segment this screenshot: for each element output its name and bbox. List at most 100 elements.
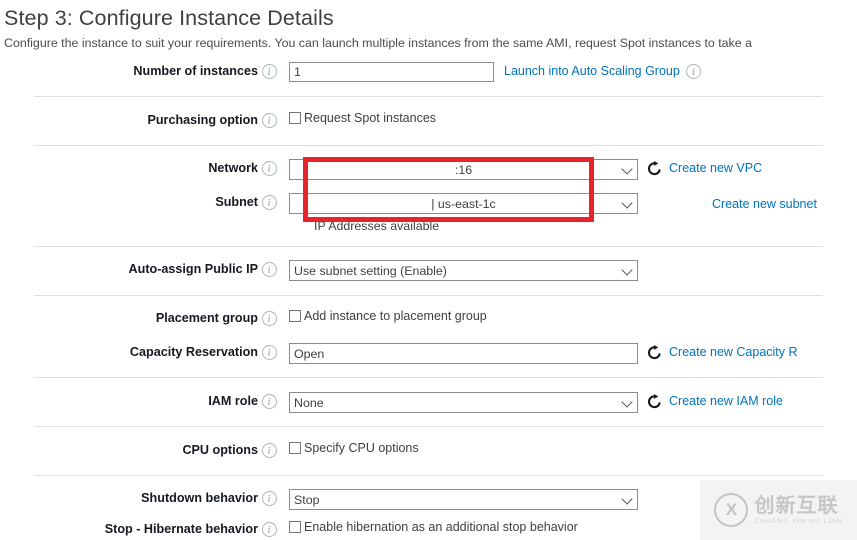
subnet-select[interactable]: | us-east-1c	[289, 193, 638, 214]
network-select[interactable]: :16	[289, 159, 638, 180]
label-purchasing-option: Purchasing option	[147, 113, 258, 127]
label-capacity-reservation: Capacity Reservation	[129, 345, 258, 359]
checkbox-box[interactable]	[289, 521, 301, 533]
capacity-reservation-value: Open	[294, 346, 325, 361]
create-new-subnet-link[interactable]: Create new subnet	[712, 195, 817, 214]
row-separator	[34, 295, 823, 296]
checkbox-box[interactable]	[289, 442, 301, 454]
info-cell-purchasing-option: i	[258, 111, 280, 128]
info-cell-number-of-instances: i	[258, 62, 280, 79]
info-icon[interactable]: i	[261, 394, 277, 409]
row-number-of-instances: Number of instances i 1 Launch into Auto…	[0, 62, 857, 82]
checkbox-label: Add instance to placement group	[304, 309, 487, 323]
create-new-iam-role-link[interactable]: Create new IAM role	[669, 392, 783, 411]
info-icon[interactable]: i	[261, 443, 277, 458]
row-cpu-options: CPU options i Specify CPU options	[0, 441, 857, 461]
label-number-of-instances: Number of instances	[133, 64, 258, 78]
label-stop-hibernate-behavior: Stop - Hibernate behavior	[104, 522, 258, 536]
field-purchasing-option: Request Spot instances	[280, 111, 857, 125]
label-iam-role: IAM role	[208, 394, 258, 408]
field-iam-role: None Create new IAM role	[280, 392, 857, 413]
specify-cpu-options-checkbox[interactable]: Specify CPU options	[289, 441, 419, 455]
refresh-icon[interactable]	[647, 394, 662, 410]
refresh-icon[interactable]	[647, 161, 662, 177]
info-cell-capacity-reservation: i	[258, 343, 280, 360]
info-icon[interactable]: i	[261, 345, 277, 360]
info-icon[interactable]: i	[261, 161, 277, 176]
create-new-capacity-reservation-link[interactable]: Create new Capacity R	[669, 343, 798, 362]
field-number-of-instances: 1 Launch into Auto Scaling Group i	[280, 62, 857, 82]
label-subnet: Subnet	[215, 195, 258, 209]
info-icon[interactable]: i	[261, 64, 277, 79]
number-of-instances-input[interactable]: 1	[289, 62, 494, 82]
info-icon[interactable]: i	[261, 311, 277, 326]
checkbox-box[interactable]	[289, 112, 301, 124]
row-purchasing-option: Purchasing option i Request Spot instanc…	[0, 111, 857, 131]
row-separator	[34, 145, 823, 146]
row-separator	[34, 377, 823, 378]
watermark-logo-icon	[714, 493, 749, 527]
auto-assign-public-ip-value: Use subnet setting (Enable)	[294, 263, 447, 278]
watermark: 创新互联 CHUANG XIN HU LIAN	[700, 480, 857, 540]
info-cell-iam-role: i	[258, 392, 280, 409]
label-cpu-options: CPU options	[182, 443, 258, 457]
row-capacity-reservation: Capacity Reservation i Open Create new C…	[0, 343, 857, 364]
info-cell-shutdown-behavior: i	[258, 489, 280, 506]
field-placement-group: Add instance to placement group	[280, 309, 857, 323]
info-icon[interactable]: i	[685, 64, 701, 79]
row-network: Network i :16 Create new VPC	[0, 159, 857, 180]
checkbox-label: Request Spot instances	[304, 111, 437, 125]
enable-hibernation-checkbox[interactable]: Enable hibernation as an additional stop…	[289, 520, 578, 534]
row-separator	[34, 475, 823, 476]
iam-role-select[interactable]: None	[289, 392, 638, 413]
chevron-down-icon	[623, 164, 632, 173]
label-placement-group: Placement group	[155, 311, 258, 325]
info-cell-placement-group: i	[258, 309, 280, 326]
network-select-value: :16	[454, 162, 473, 177]
info-icon[interactable]: i	[261, 491, 277, 506]
chevron-down-icon	[623, 198, 632, 207]
checkbox-label: Specify CPU options	[304, 441, 419, 455]
launch-into-auto-scaling-group-link[interactable]: Launch into Auto Scaling Group	[504, 62, 680, 81]
info-cell-network: i	[258, 159, 280, 176]
info-cell-subnet: i	[258, 193, 280, 210]
checkbox-box[interactable]	[289, 310, 301, 322]
row-subnet: Subnet i | us-east-1c IP Addresses avail…	[0, 193, 857, 233]
info-icon[interactable]: i	[261, 113, 277, 128]
subnet-select-value: | us-east-1c	[431, 196, 496, 211]
field-network: :16 Create new VPC	[280, 159, 857, 180]
shutdown-behavior-select[interactable]: Stop	[289, 489, 638, 510]
field-auto-assign-public-ip: Use subnet setting (Enable)	[280, 260, 857, 281]
row-separator	[34, 426, 823, 427]
chevron-down-icon	[623, 494, 632, 503]
info-icon[interactable]: i	[261, 262, 277, 277]
watermark-text: 创新互联 CHUANG XIN HU LIAN	[754, 495, 842, 526]
info-icon[interactable]: i	[261, 195, 277, 210]
create-new-vpc-link[interactable]: Create new VPC	[669, 159, 762, 178]
auto-assign-public-ip-select[interactable]: Use subnet setting (Enable)	[289, 260, 638, 281]
label-network: Network	[208, 161, 258, 175]
refresh-icon[interactable]	[647, 345, 662, 361]
row-placement-group: Placement group i Add instance to placem…	[0, 309, 857, 329]
request-spot-instances-checkbox[interactable]: Request Spot instances	[289, 111, 436, 125]
chevron-down-icon	[623, 397, 632, 406]
subnet-helper-text: IP Addresses available	[314, 219, 440, 233]
watermark-chinese-text: 创新互联	[754, 494, 839, 517]
page-header: Step 3: Configure Instance Details Confi…	[0, 0, 857, 52]
add-instance-to-placement-group-checkbox[interactable]: Add instance to placement group	[289, 309, 487, 323]
info-cell-stop-hibernate-behavior: i	[258, 520, 280, 537]
label-auto-assign-public-ip: Auto-assign Public IP	[128, 262, 258, 276]
capacity-reservation-select[interactable]: Open	[289, 343, 638, 364]
info-cell-auto-assign-public-ip: i	[258, 260, 280, 277]
row-separator	[34, 246, 823, 247]
page-title: Step 3: Configure Instance Details	[4, 6, 334, 30]
instance-details-form: Number of instances i 1 Launch into Auto…	[0, 62, 857, 540]
row-separator	[34, 96, 823, 97]
checkbox-label: Enable hibernation as an additional stop…	[304, 520, 578, 534]
row-iam-role: IAM role i None Create new IAM role	[0, 392, 857, 413]
label-shutdown-behavior: Shutdown behavior	[141, 491, 258, 505]
page-subtitle: Configure the instance to suit your requ…	[4, 36, 752, 50]
info-icon[interactable]: i	[261, 522, 277, 537]
watermark-pinyin-text: CHUANG XIN HU LIAN	[754, 517, 843, 525]
chevron-down-icon	[623, 265, 632, 274]
